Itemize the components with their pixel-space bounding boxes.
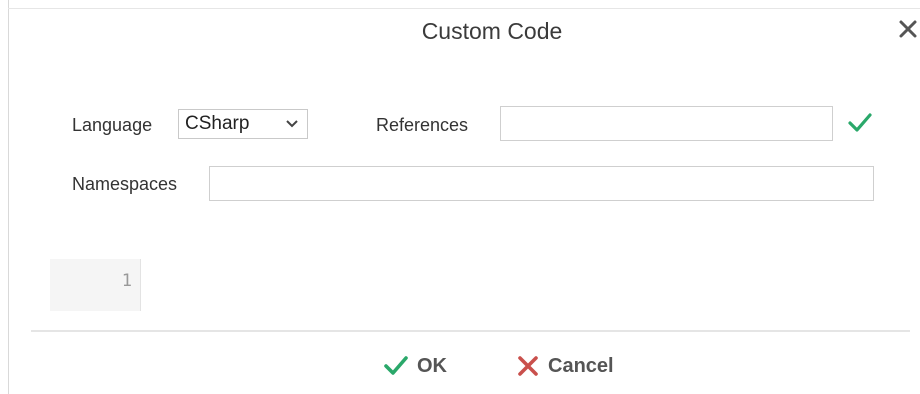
ok-button-label: OK [417, 354, 447, 377]
references-label: References [376, 115, 469, 135]
editor-gutter: 1 [50, 259, 141, 311]
dialog-top-border [8, 8, 920, 9]
ok-button[interactable]: OK [383, 350, 447, 382]
checkmark-icon [384, 356, 408, 375]
close-icon [518, 356, 538, 376]
dialog-title: Custom Code [421, 18, 563, 44]
line-number: 1 [121, 271, 132, 291]
close-button[interactable] [897, 18, 919, 40]
references-confirm-button[interactable] [847, 112, 873, 134]
close-icon [899, 20, 917, 38]
language-select-value: CSharp [185, 113, 250, 134]
references-input[interactable] [500, 106, 833, 141]
footer-divider [31, 330, 910, 332]
checkmark-icon [848, 113, 872, 132]
language-label: Language [72, 115, 153, 135]
namespaces-input[interactable] [209, 166, 874, 201]
namespaces-label: Namespaces [72, 174, 178, 194]
language-select[interactable]: CSharp [178, 109, 308, 139]
cancel-button[interactable]: Cancel [516, 350, 614, 382]
code-text-area[interactable] [141, 259, 910, 311]
custom-code-dialog: Custom Code Language CSharp References N… [0, 0, 920, 394]
chevron-down-icon [286, 120, 298, 128]
cancel-button-label: Cancel [548, 354, 614, 377]
code-editor[interactable]: 1 [50, 259, 910, 311]
dialog-left-border [8, 0, 9, 394]
